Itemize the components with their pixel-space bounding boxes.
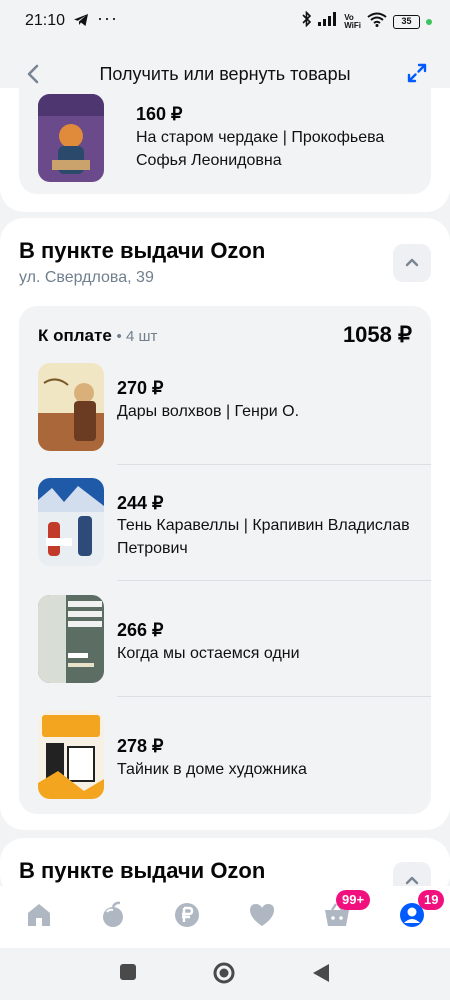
divider xyxy=(117,580,431,581)
item-price: 266 ₽ xyxy=(117,620,164,640)
item-title: На старом чердаке | Прокофьева Софья Лео… xyxy=(136,129,385,169)
page-title: Получить или вернуть товары xyxy=(99,64,351,84)
status-time: 21:10 xyxy=(25,12,66,29)
item-price: 278 ₽ xyxy=(117,736,164,756)
home-icon xyxy=(28,904,50,926)
item-title: Тайник в доме художника xyxy=(117,761,307,778)
expand-button[interactable] xyxy=(406,62,428,84)
profile-badge: 19 xyxy=(418,890,445,910)
more-notifications-icon: ··· xyxy=(97,8,118,28)
tab-home[interactable] xyxy=(24,900,54,930)
recents-button[interactable] xyxy=(120,964,136,985)
item-title: Тень Каравеллы | Крапивин Владислав Петр… xyxy=(117,517,410,557)
privacy-dot-icon xyxy=(426,18,432,25)
section-title: В пункте выдачи Ozon xyxy=(19,858,266,883)
tab-favorites[interactable] xyxy=(247,900,277,930)
section-title: В пункте выдачи Ozon xyxy=(19,238,266,263)
item-price: 160 ₽ xyxy=(136,104,183,124)
book-cover-image xyxy=(38,595,104,683)
previous-section-card: 160 ₽ На старом чердаке | Прокофьева Соф… xyxy=(0,88,450,212)
tab-fresh[interactable] xyxy=(98,900,128,930)
recents-icon xyxy=(120,964,136,980)
bottom-tab-bar: 99+ 19 xyxy=(0,886,450,948)
item-count: • 4 шт xyxy=(116,328,158,345)
volte-indicator: Vo WiFi xyxy=(344,12,361,30)
back-nav-button[interactable] xyxy=(312,963,330,988)
bluetooth-icon xyxy=(302,10,312,32)
tab-finance[interactable] xyxy=(172,900,202,930)
item-price: 270 ₽ xyxy=(117,378,164,398)
pickup-section-card: В пункте выдачи Ozon ул. Свердлова, 39 К… xyxy=(0,218,450,830)
wifi-icon xyxy=(367,12,387,32)
previous-items-group: 160 ₽ На старом чердаке | Прокофьева Соф… xyxy=(19,88,431,194)
heart-icon xyxy=(250,904,274,926)
payment-total: 1058 ₽ xyxy=(342,322,412,347)
back-triangle-icon xyxy=(313,964,329,982)
expand-arrows-icon xyxy=(407,63,427,83)
book-cover-image xyxy=(38,363,104,451)
status-bar: 21:10 ··· Vo WiFi 35 xyxy=(0,0,450,42)
collapse-button[interactable] xyxy=(393,244,431,282)
item-title: Когда мы остаемся одни xyxy=(117,645,300,662)
system-nav-bar xyxy=(0,948,450,1000)
home-nav-button[interactable] xyxy=(213,962,235,989)
payment-label-text: К оплате xyxy=(38,326,112,345)
book-cover-image xyxy=(38,478,104,566)
fresh-icon xyxy=(103,901,123,927)
telegram-icon xyxy=(73,13,89,32)
payment-group: К оплате • 4 шт 1058 ₽ 270 ₽ Дары волхво… xyxy=(19,306,431,814)
cart-badge: 99+ xyxy=(336,890,371,910)
ruble-icon xyxy=(175,903,199,927)
item-title: Дары волхвов | Генри О. xyxy=(117,403,300,420)
item-price: 244 ₽ xyxy=(117,493,164,513)
home-circle-icon xyxy=(213,962,235,984)
battery-icon: 35 xyxy=(393,14,420,29)
chevron-up-icon xyxy=(405,258,419,267)
pickup-address: ул. Свердлова, 39 xyxy=(19,269,154,286)
book-cover-image xyxy=(38,94,104,182)
book-cover-image xyxy=(38,711,104,799)
divider xyxy=(117,464,431,465)
divider xyxy=(117,696,431,697)
signal-icon xyxy=(318,12,338,31)
payment-label: К оплате • 4 шт xyxy=(38,326,157,346)
